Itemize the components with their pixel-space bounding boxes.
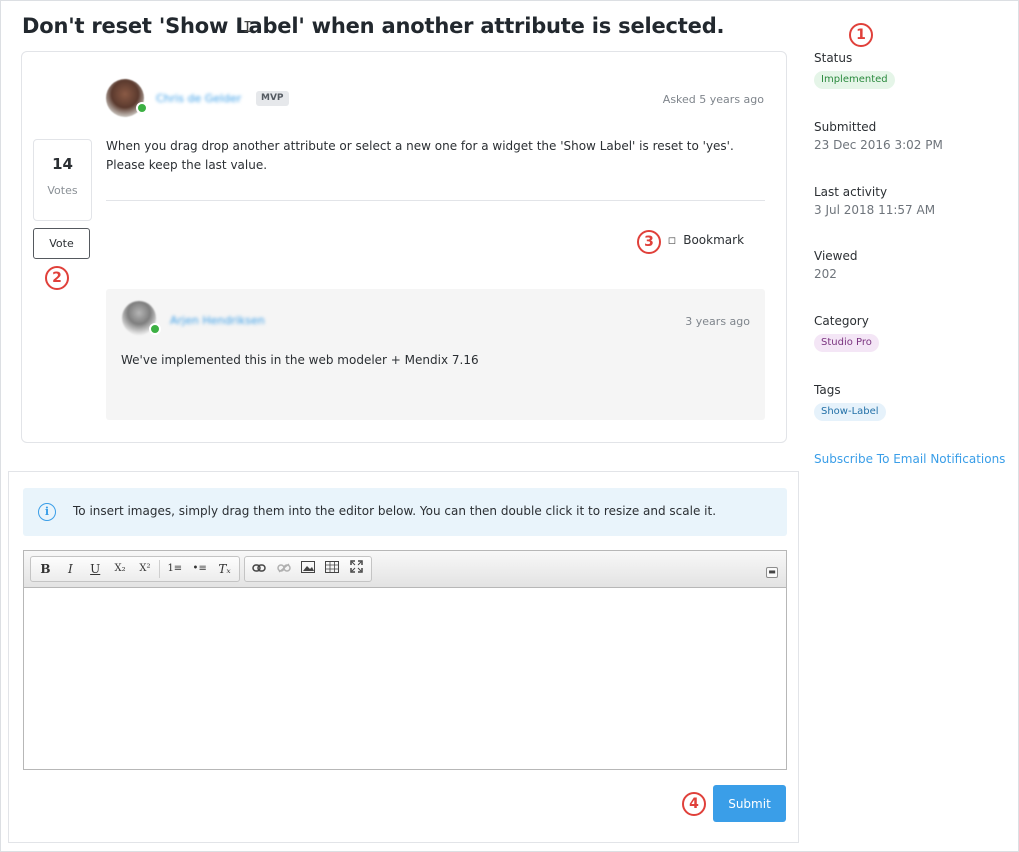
reply-author-name-link[interactable]: Arjen Hendriksen (170, 314, 265, 327)
vote-counter: 14 Votes (33, 139, 92, 221)
annotation-marker-4: 4 (682, 792, 706, 816)
info-icon: i (38, 503, 56, 521)
status-label: Status (814, 51, 853, 65)
vote-button[interactable]: Vote (33, 228, 90, 259)
author-name-link[interactable]: Chris de Gelder (156, 92, 241, 105)
annotation-marker-3: 3 (637, 230, 661, 254)
table-icon[interactable] (320, 558, 344, 580)
category-badge[interactable]: Studio Pro (814, 334, 879, 352)
bulleted-list-button[interactable]: •≡ (187, 558, 212, 580)
category-label: Category (814, 314, 869, 328)
subscribe-email-link[interactable]: Subscribe To Email Notifications (814, 452, 1005, 466)
insert-tool-group (244, 556, 372, 582)
viewed-label: Viewed (814, 249, 858, 263)
tag-badge[interactable]: Show-Label (814, 403, 886, 421)
submitted-value: 23 Dec 2016 3:02 PM (814, 138, 943, 152)
subscript-button[interactable]: X₂ (108, 558, 133, 580)
vote-count: 14 (52, 155, 73, 173)
viewed-value: 202 (814, 267, 837, 281)
image-icon[interactable] (296, 558, 320, 580)
maximize-icon[interactable] (345, 558, 369, 580)
numbered-list-button[interactable]: 1≡ (162, 558, 187, 580)
page-title: Don't reset 'Show Label' when another at… (22, 14, 725, 38)
asked-timestamp: Asked 5 years ago (662, 93, 764, 106)
formatting-tool-group: B I U X₂ X² 1≡ •≡ Tₓ (30, 556, 240, 582)
status-badge: Implemented (814, 71, 895, 89)
answer-editor-panel: i To insert images, simply drag them int… (8, 471, 799, 843)
underline-button[interactable]: U (83, 558, 108, 580)
bold-button[interactable]: B (33, 558, 58, 580)
remove-format-button[interactable]: Tₓ (212, 558, 237, 580)
divider (106, 200, 765, 201)
annotation-marker-1: 1 (849, 23, 873, 47)
superscript-button[interactable]: X² (133, 558, 158, 580)
reply-timestamp: 3 years ago (685, 315, 750, 328)
pin-icon: ◇ (664, 231, 681, 249)
submitted-label: Submitted (814, 120, 877, 134)
unlink-icon (271, 558, 295, 580)
last-activity-label: Last activity (814, 185, 888, 199)
link-icon[interactable] (247, 558, 271, 580)
tags-label: Tags (814, 383, 841, 397)
text-cursor-icon: I (243, 18, 253, 36)
last-activity-value: 3 Jul 2018 11:57 AM (814, 203, 936, 217)
editor-toolbar: B I U X₂ X² 1≡ •≡ Tₓ ▬ (24, 551, 786, 588)
vote-count-label: Votes (47, 184, 78, 197)
bookmark-button[interactable]: ◇ Bookmark (664, 232, 745, 248)
italic-button[interactable]: I (58, 558, 83, 580)
question-body: When you drag drop another attribute or … (106, 139, 734, 172)
bookmark-label: Bookmark (683, 233, 745, 247)
toolbar-separator (159, 560, 161, 578)
online-status-dot (136, 102, 148, 114)
submit-button[interactable]: Submit (713, 785, 786, 822)
collapse-toolbar-icon[interactable]: ▬ (766, 567, 778, 578)
reply-body: We've implemented this in the web modele… (121, 353, 479, 367)
mvp-badge: MVP (256, 91, 289, 106)
rich-text-editor[interactable]: B I U X₂ X² 1≡ •≡ Tₓ ▬ (23, 550, 787, 770)
info-message: i To insert images, simply drag them int… (23, 488, 787, 536)
reply-comment: Arjen Hendriksen 3 years ago We've imple… (106, 289, 765, 420)
annotation-marker-2: 2 (45, 266, 69, 290)
info-text: To insert images, simply drag them into … (73, 504, 717, 518)
question-card: 14 Votes Vote 2 Chris de Gelder MVP Aske… (21, 51, 787, 443)
online-status-dot (149, 323, 161, 335)
